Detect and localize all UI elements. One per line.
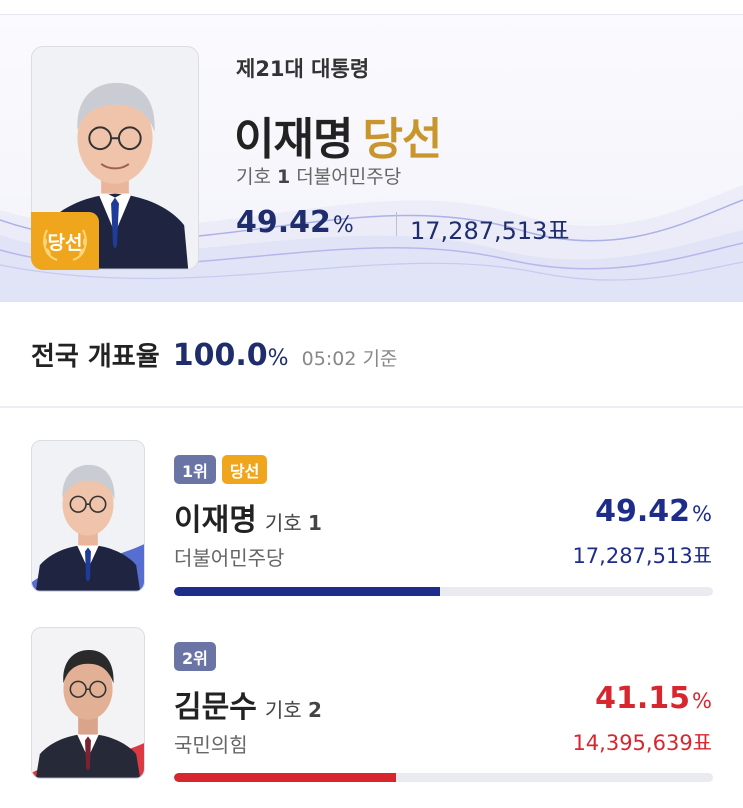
winner-party-line: 기호 1 더불어민주당 <box>236 162 401 189</box>
winner-votes: 17,287,513표 <box>410 217 570 245</box>
winner-name-text: 이재명 <box>234 114 353 165</box>
vote-share-fill <box>174 773 396 782</box>
elected-badge: 당선 <box>31 212 99 270</box>
vote-share-fill <box>174 587 441 596</box>
count-unit: % <box>267 346 289 371</box>
winner-percent-unit: % <box>332 213 354 238</box>
candidate-badges: 1위 당선 <box>174 455 268 484</box>
number-prefix: 기호 <box>236 166 271 188</box>
vote-share-bar <box>174 587 713 596</box>
candidate-number: 기호 1 <box>265 511 322 535</box>
candidate-name: 이재명 기호 1 <box>174 495 322 539</box>
count-label: 전국 개표율 <box>31 342 160 372</box>
candidate-percent: 49.42% <box>595 494 712 529</box>
election-title: 제21대 대통령 <box>236 57 370 81</box>
elected-badge-label: 당선 <box>47 231 83 254</box>
rank-badge: 2위 <box>174 642 216 671</box>
section-divider <box>0 406 743 408</box>
percent-unit: % <box>692 502 712 526</box>
party-name: 더불어민주당 <box>296 166 402 188</box>
rank-badge: 1위 <box>174 455 216 484</box>
candidate-name-text: 김문수 <box>174 690 257 725</box>
count-value: 100.0 <box>172 338 268 373</box>
winner-percent-value: 49.42 <box>236 205 331 240</box>
candidate-party: 국민의힘 <box>174 733 248 757</box>
candidate-badges: 2위 <box>174 642 216 671</box>
number-value: 1 <box>307 511 322 535</box>
candidate-number: 기호 2 <box>265 698 322 722</box>
percent-value: 41.15 <box>595 681 691 716</box>
number-prefix: 기호 <box>264 698 302 722</box>
candidate-portrait <box>31 440 145 592</box>
candidate-number: 1 <box>277 166 291 188</box>
winner-percent: 49.42% <box>236 205 354 240</box>
candidate-percent: 41.15% <box>595 681 712 716</box>
candidate-votes: 14,395,639표 <box>572 731 712 755</box>
winner-status: 당선 <box>362 114 442 165</box>
number-prefix: 기호 <box>264 511 302 535</box>
percent-value: 49.42 <box>595 494 691 529</box>
candidate-party: 더불어민주당 <box>174 546 285 570</box>
candidate-name: 김문수 기호 2 <box>174 682 322 726</box>
vote-share-bar <box>174 773 713 782</box>
national-count-rate: 전국 개표율 100.0% 05:02 기준 <box>31 336 397 376</box>
candidate-name-text: 이재명 <box>174 503 257 538</box>
percent-unit: % <box>692 689 712 713</box>
winner-hero-card: 당선 제21대 대통령 이재명 당선 기호 1 더불어민주당 49.42% 17,… <box>0 14 743 302</box>
count-timestamp: 05:02 기준 <box>301 348 398 370</box>
divider <box>396 212 397 236</box>
candidate-votes: 17,287,513표 <box>572 544 712 568</box>
elected-badge: 당선 <box>221 455 268 484</box>
winner-name: 이재명 당선 <box>234 103 442 167</box>
candidate-portrait <box>31 627 145 779</box>
number-value: 2 <box>307 698 322 722</box>
